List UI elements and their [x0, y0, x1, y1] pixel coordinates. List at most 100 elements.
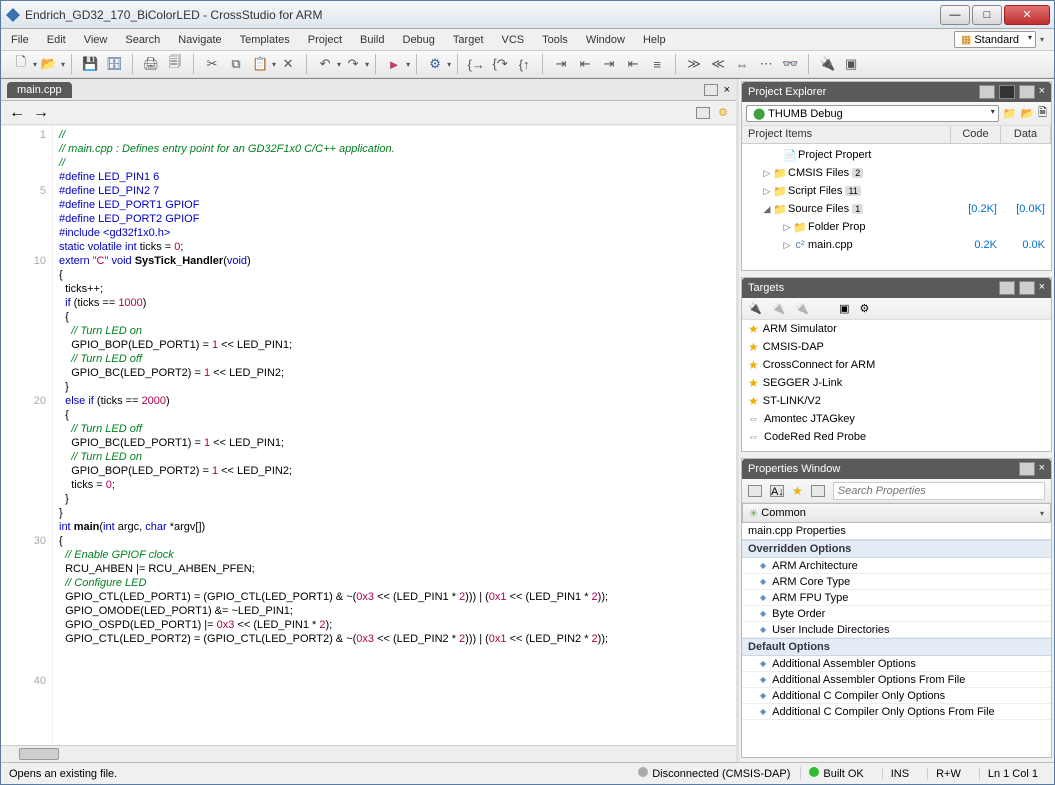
step-out-icon[interactable]: {↑ [515, 55, 533, 73]
paste-icon[interactable]: 📋 [251, 55, 269, 73]
outdent-icon[interactable]: ⇤ [576, 55, 594, 73]
props-row[interactable]: Additional Assembler Options [742, 656, 1051, 672]
nav-forward-icon[interactable]: → [33, 104, 49, 122]
menu-target[interactable]: Target [453, 34, 484, 46]
menu-tools[interactable]: Tools [542, 34, 568, 46]
props-group[interactable]: Default Options [742, 638, 1051, 656]
tg-btn1-icon[interactable] [999, 281, 1015, 295]
menu-debug[interactable]: Debug [403, 34, 435, 46]
scrollbar-thumb[interactable] [19, 748, 59, 760]
target-row[interactable]: ★ST-LINK/V2 [742, 392, 1051, 410]
step-into-icon[interactable]: {→ [467, 55, 485, 73]
tg-tool4-icon[interactable]: ▣ [839, 302, 849, 315]
chip-icon[interactable]: ▣ [842, 55, 860, 73]
tg-btn2-icon[interactable] [1019, 281, 1035, 295]
code-editor[interactable]: 1 5 10 20 30 40 //// main.cpp : Defines … [1, 125, 736, 745]
minimize-button[interactable]: — [940, 5, 970, 25]
menu-file[interactable]: File [11, 34, 29, 46]
nav-back-icon[interactable]: ← [9, 104, 25, 122]
undo-icon[interactable]: ↶ [316, 55, 334, 73]
props-row[interactable]: ARM Core Type [742, 574, 1051, 590]
menu-window[interactable]: Window [586, 34, 625, 46]
tree-row[interactable]: ◢📁Source Files 1[0.2K][0.0K] [742, 200, 1051, 218]
nav4-icon[interactable]: ⋯ [757, 55, 775, 73]
close-button[interactable]: ✕ [1004, 5, 1050, 25]
target-row[interactable]: ★ARM Simulator [742, 320, 1051, 338]
tg-close-icon[interactable]: × [1039, 281, 1045, 295]
indent-icon[interactable]: ⇥ [552, 55, 570, 73]
menu-project[interactable]: Project [308, 34, 342, 46]
tg-tool3-icon[interactable]: 🔌 [795, 302, 809, 315]
pe-tool3-icon[interactable]: 🗎 [1038, 104, 1047, 123]
tree-row[interactable]: 📄Project Propert [742, 146, 1051, 164]
print-preview-icon[interactable]: 🗐 [166, 55, 184, 73]
target-icon[interactable]: 🔌 [818, 55, 836, 73]
code-content[interactable]: //// main.cpp : Defines entry point for … [53, 126, 736, 745]
target-row[interactable]: ⇔CodeRed Red Probe [742, 428, 1051, 446]
glasses-icon[interactable]: 👓 [781, 55, 799, 73]
menu-navigate[interactable]: Navigate [178, 34, 221, 46]
editor-opt1-icon[interactable] [696, 107, 710, 119]
props-row[interactable]: Additional C Compiler Only Options [742, 688, 1051, 704]
nav1-icon[interactable]: ≫ [685, 55, 703, 73]
copy-icon[interactable]: ⧉ [227, 55, 245, 73]
print-icon[interactable]: 🖨 [142, 55, 160, 73]
pr-star-icon[interactable]: ★ [792, 484, 803, 498]
tg-tool1-icon[interactable]: 🔌 [748, 302, 762, 315]
tg-tool5-icon[interactable]: ⚙ [860, 302, 870, 315]
bookmark-icon[interactable]: ► [385, 55, 403, 73]
save-all-icon[interactable]: 🗄 [105, 55, 123, 73]
build-icon[interactable]: ⚙ [426, 55, 444, 73]
pe-btn3-icon[interactable] [1019, 85, 1035, 99]
pe-tool2-icon[interactable]: 📂 [1020, 107, 1034, 120]
tree-row[interactable]: ▷c²main.cpp0.2K0.0K [742, 236, 1051, 254]
delete-icon[interactable]: ✕ [279, 55, 297, 73]
props-row[interactable]: ARM Architecture [742, 558, 1051, 574]
layout-combo[interactable]: ▦ Standard [954, 31, 1036, 48]
pe-btn1-icon[interactable] [979, 85, 995, 99]
pe-btn2-icon[interactable] [999, 85, 1015, 99]
pr-grid-icon[interactable] [811, 485, 825, 497]
pr-cat-icon[interactable] [748, 485, 762, 497]
tg-tool2-icon[interactable]: 🔌 [772, 302, 786, 315]
col-items[interactable]: Project Items [742, 126, 951, 143]
nav2-icon[interactable]: ≪ [709, 55, 727, 73]
target-row[interactable]: ★SEGGER J-Link [742, 374, 1051, 392]
pr-sort-icon[interactable]: A↓ [770, 485, 784, 497]
menu-vcs[interactable]: VCS [502, 34, 525, 46]
menu-overflow-icon[interactable]: ▾ [1040, 35, 1044, 44]
cut-icon[interactable]: ✂ [203, 55, 221, 73]
menu-build[interactable]: Build [360, 34, 384, 46]
tab-control-icon[interactable] [704, 84, 718, 96]
col-data[interactable]: Data [1001, 126, 1051, 143]
horizontal-scrollbar[interactable] [1, 745, 736, 762]
pr-close-icon[interactable]: × [1039, 462, 1045, 476]
tree-row[interactable]: ▷📁Script Files 11 [742, 182, 1051, 200]
menu-search[interactable]: Search [125, 34, 160, 46]
editor-opt2-icon[interactable]: ⚙ [718, 106, 728, 119]
props-group[interactable]: Overridden Options [742, 540, 1051, 558]
save-icon[interactable]: 💾 [81, 55, 99, 73]
menu-edit[interactable]: Edit [47, 34, 66, 46]
target-row[interactable]: ★CrossConnect for ARM [742, 356, 1051, 374]
new-file-icon[interactable]: 🗋 [12, 55, 30, 73]
outdent2-icon[interactable]: ⇤ [624, 55, 642, 73]
props-row[interactable]: ARM FPU Type [742, 590, 1051, 606]
pe-close-icon[interactable]: × [1039, 85, 1045, 99]
editor-tab[interactable]: main.cpp [7, 82, 72, 98]
target-row[interactable]: ⇔Amontec JTAGkey [742, 410, 1051, 428]
props-row[interactable]: User Include Directories [742, 622, 1051, 638]
props-row[interactable]: Byte Order [742, 606, 1051, 622]
format-icon[interactable]: ≡ [648, 55, 666, 73]
properties-scope-combo[interactable]: ✳ Common ▾ [742, 503, 1051, 523]
props-row[interactable]: Additional C Compiler Only Options From … [742, 704, 1051, 720]
props-row[interactable]: Additional Assembler Options From File [742, 672, 1051, 688]
tree-row[interactable]: ▷📁Folder Prop [742, 218, 1051, 236]
pe-tool1-icon[interactable]: 📁 [1003, 107, 1017, 120]
indent2-icon[interactable]: ⇥ [600, 55, 618, 73]
config-combo[interactable]: ⬤ THUMB Debug [746, 105, 999, 122]
properties-search-input[interactable] [833, 482, 1045, 500]
nav3-icon[interactable]: ⇔ [733, 55, 751, 73]
menu-help[interactable]: Help [643, 34, 666, 46]
target-row[interactable]: ★CMSIS-DAP [742, 338, 1051, 356]
